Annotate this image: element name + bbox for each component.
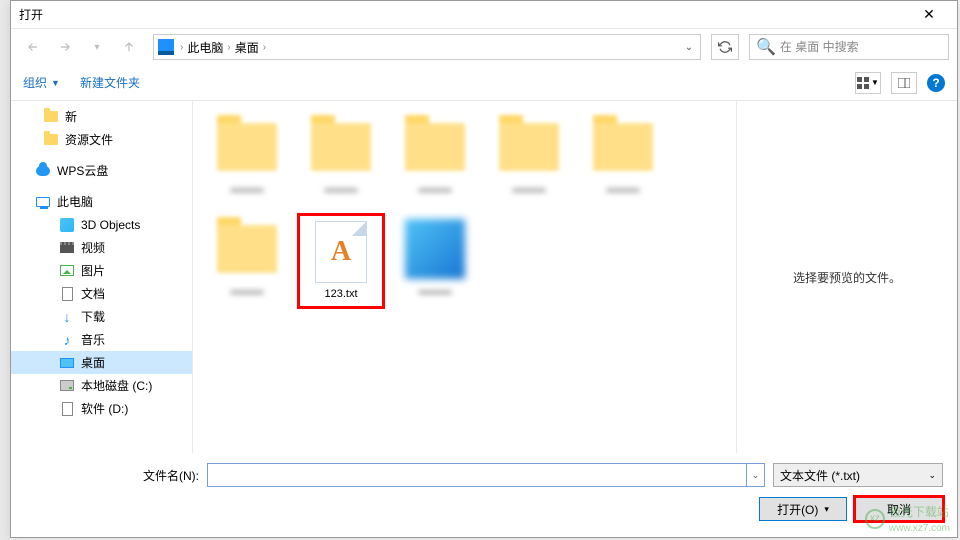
search-icon: 🔍 [756, 37, 776, 57]
file-area[interactable]: ▬▬▬ ▬▬▬ ▬▬▬ ▬▬▬ ▬▬▬ ▬▬▬ A 123.txt ▬▬▬ [193, 101, 737, 453]
sidebar-item-new[interactable]: 新 [11, 105, 192, 128]
search-box[interactable]: 🔍 [749, 34, 949, 60]
titlebar: 打开 ✕ [11, 1, 957, 29]
file-item-folder[interactable]: ▬▬▬ [203, 213, 291, 309]
sidebar-item-disk-d[interactable]: 软件 (D:) [11, 397, 192, 420]
sidebar-item-videos[interactable]: 视频 [11, 236, 192, 259]
sidebar-item-thispc[interactable]: 此电脑 [11, 190, 192, 213]
breadcrumb-part[interactable]: 桌面 [233, 39, 261, 56]
chevron-down-icon: ▼ [871, 78, 879, 87]
open-dialog: 打开 ✕ ▾ › 此电脑 › 桌面 › ⌄ 🔍 组织 ▼ 新建文件夹 [10, 0, 958, 538]
sidebar-item-desktop[interactable]: 桌面 [11, 351, 192, 374]
dialog-title: 打开 [19, 6, 909, 23]
file-item-folder[interactable]: ▬▬▬ [297, 111, 385, 207]
file-item-blurred[interactable]: ▬▬▬ [391, 213, 479, 309]
cancel-button[interactable]: 取消 [855, 497, 943, 521]
navbar: ▾ › 此电脑 › 桌面 › ⌄ 🔍 [11, 29, 957, 65]
preview-pane: 选择要预览的文件。 [737, 101, 957, 453]
new-folder-button[interactable]: 新建文件夹 [80, 74, 140, 91]
chevron-right-icon: › [227, 42, 230, 53]
sidebar-item-downloads[interactable]: ↓下载 [11, 305, 192, 328]
music-icon: ♪ [59, 332, 75, 348]
chevron-right-icon: › [263, 42, 266, 53]
forward-button[interactable] [51, 33, 79, 61]
location-icon [158, 39, 174, 55]
back-button[interactable] [19, 33, 47, 61]
sidebar-item-music[interactable]: ♪音乐 [11, 328, 192, 351]
file-item-txt[interactable]: A 123.txt [297, 213, 385, 309]
filename-dropdown[interactable]: ⌄ [747, 463, 765, 487]
text-file-icon: A [331, 236, 351, 268]
file-item-folder[interactable]: ▬▬▬ [579, 111, 667, 207]
chevron-down-icon: ⌄ [928, 470, 936, 481]
file-item-folder[interactable]: ▬▬▬ [203, 111, 291, 207]
organize-menu[interactable]: 组织 ▼ [23, 74, 60, 91]
address-dropdown[interactable]: ⌄ [678, 42, 700, 53]
chevron-down-icon: ▾ [824, 504, 829, 515]
help-button[interactable]: ? [927, 74, 945, 92]
file-item-folder[interactable]: ▬▬▬ [485, 111, 573, 207]
open-button[interactable]: 打开(O) ▾ [759, 497, 847, 521]
recent-dropdown[interactable]: ▾ [83, 33, 111, 61]
preview-pane-button[interactable] [891, 72, 917, 94]
sidebar-item-resources[interactable]: 资源文件 [11, 128, 192, 151]
file-item-folder[interactable]: ▬▬▬ [391, 111, 479, 207]
sidebar-item-wpscloud[interactable]: WPS云盘 [11, 159, 192, 182]
filetype-filter[interactable]: 文本文件 (*.txt) ⌄ [773, 463, 943, 487]
filename-label: 文件名(N): [25, 467, 207, 484]
footer: 文件名(N): ⌄ 文本文件 (*.txt) ⌄ 打开(O) ▾ 取消 [11, 453, 957, 531]
sidebar-item-3dobjects[interactable]: 3D Objects [11, 213, 192, 236]
sidebar-item-disk-c[interactable]: 本地磁盘 (C:) [11, 374, 192, 397]
sidebar: 新 资源文件 WPS云盘 此电脑 3D Objects 视频 图片 文档 ↓下载… [11, 101, 193, 453]
download-icon: ↓ [59, 309, 75, 325]
search-input[interactable] [780, 40, 942, 54]
address-bar[interactable]: › 此电脑 › 桌面 › ⌄ [153, 34, 701, 60]
preview-placeholder: 选择要预览的文件。 [793, 269, 901, 286]
chevron-right-icon: › [180, 42, 183, 53]
refresh-button[interactable] [711, 34, 739, 60]
sidebar-item-pictures[interactable]: 图片 [11, 259, 192, 282]
file-label: 123.txt [300, 288, 382, 300]
view-mode-button[interactable]: ▼ [855, 72, 881, 94]
filename-input[interactable] [207, 463, 747, 487]
chevron-down-icon: ▼ [51, 78, 60, 88]
breadcrumb-part[interactable]: 此电脑 [185, 39, 225, 56]
toolbar: 组织 ▼ 新建文件夹 ▼ ? [11, 65, 957, 101]
close-icon[interactable]: ✕ [909, 6, 949, 23]
up-button[interactable] [115, 33, 143, 61]
sidebar-item-documents[interactable]: 文档 [11, 282, 192, 305]
